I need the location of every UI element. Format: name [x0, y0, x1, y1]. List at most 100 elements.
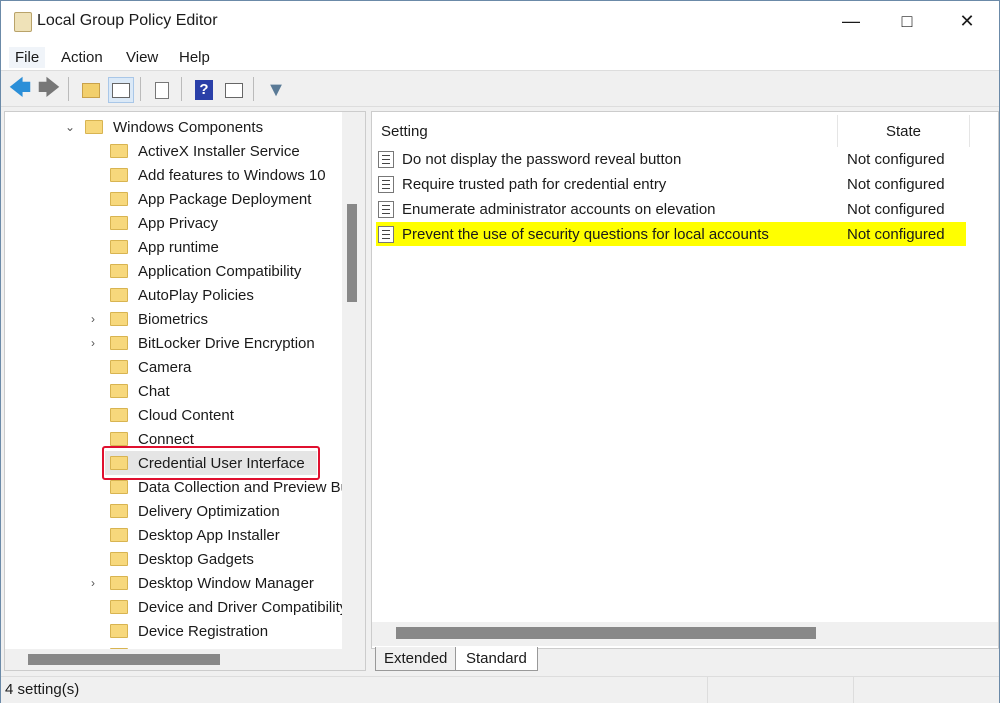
tree-item-label: AutoPlay Policies: [138, 286, 254, 304]
tab-extended[interactable]: Extended: [375, 647, 457, 671]
minimize-button[interactable]: —: [823, 1, 879, 41]
setting-name: Require trusted path for credential entr…: [402, 175, 667, 193]
chevron-right-icon[interactable]: ›: [91, 312, 95, 326]
show-hide-action-pane-icon[interactable]: [221, 77, 247, 103]
folder-icon: [110, 600, 128, 614]
folder-icon: [110, 480, 128, 494]
policy-setting-icon: [378, 150, 394, 168]
setting-row[interactable]: Enumerate administrator accounts on elev…: [376, 197, 966, 221]
horizontal-scrollbar[interactable]: [5, 649, 365, 670]
tree-item[interactable]: Desktop Gadgets: [5, 547, 345, 571]
title-bar: Local Group Policy Editor — □ ✕: [1, 1, 999, 43]
setting-name: Do not display the password reveal butto…: [402, 150, 682, 168]
tree-item[interactable]: Chat: [5, 379, 345, 403]
tree-item[interactable]: Device and Driver Compatibility: [5, 595, 348, 619]
toolbar: 🡄 🡆 ? ▼: [1, 72, 999, 107]
setting-row[interactable]: Do not display the password reveal butto…: [376, 147, 966, 171]
setting-name: Prevent the use of security questions fo…: [402, 225, 769, 243]
folder-icon: [110, 240, 128, 254]
selection-outline: [102, 446, 320, 480]
menu-action[interactable]: Action: [55, 47, 109, 68]
maximize-button[interactable]: □: [879, 1, 935, 41]
tree-item-label: Chat: [138, 382, 170, 400]
back-arrow-icon[interactable]: 🡄: [7, 75, 33, 103]
setting-row[interactable]: Prevent the use of security questions fo…: [376, 222, 966, 246]
tree-item-label: Windows Components: [113, 118, 264, 136]
tree-item[interactable]: Camera: [5, 355, 345, 379]
forward-arrow-icon[interactable]: 🡆: [36, 75, 62, 103]
tree-item-label: App Privacy: [138, 214, 219, 232]
folder-icon: [110, 576, 128, 590]
folder-icon: [110, 432, 128, 446]
tree-item-label: Device and Driver Compatibility: [138, 598, 348, 616]
tree-item[interactable]: ActiveX Installer Service: [5, 139, 345, 163]
tree-item[interactable]: App Privacy: [5, 211, 345, 235]
column-header-setting[interactable]: Setting: [372, 115, 838, 147]
folder-icon: [110, 552, 128, 566]
tree-item[interactable]: App runtime: [5, 235, 345, 259]
tree-item-label: Cloud Content: [138, 406, 234, 424]
tree-item[interactable]: Desktop App Installer: [5, 523, 345, 547]
folder-icon: [110, 288, 128, 302]
setting-state: Not configured: [847, 200, 945, 218]
setting-state: Not configured: [847, 175, 945, 193]
chevron-down-icon[interactable]: ⌄: [65, 120, 75, 134]
chevron-right-icon[interactable]: ›: [91, 576, 95, 590]
tree-item[interactable]: › BitLocker Drive Encryption: [5, 331, 345, 355]
folder-icon: [110, 384, 128, 398]
setting-name: Enumerate administrator accounts on elev…: [402, 200, 716, 218]
tree-item-label: Delivery Optimization: [138, 502, 280, 520]
tree-item-label: Data Collection and Preview Builds: [138, 478, 366, 496]
show-hide-tree-icon[interactable]: [108, 77, 134, 103]
view-tabs: Extended Standard: [371, 647, 999, 673]
tree-item-label: Add features to Windows 10: [138, 166, 326, 184]
help-icon[interactable]: ?: [191, 77, 217, 103]
tree-item[interactable]: Application Compatibility: [5, 259, 345, 283]
export-list-icon[interactable]: [149, 77, 175, 103]
tree-item[interactable]: Cloud Content: [5, 403, 345, 427]
setting-state: Not configured: [847, 150, 945, 168]
tree-item-label: Desktop App Installer: [138, 526, 280, 544]
folder-icon: [110, 312, 128, 326]
folder-icon: [110, 336, 128, 350]
tree-item-windows-components[interactable]: ⌄ Windows Components: [5, 115, 345, 139]
window-title: Local Group Policy Editor: [37, 12, 218, 29]
vertical-scrollbar[interactable]: [342, 112, 365, 652]
folder-icon: [110, 408, 128, 422]
tree-item[interactable]: Add features to Windows 10: [5, 163, 345, 187]
tree-pane: ⌄ Windows Components ActiveX Installer S…: [4, 111, 366, 671]
menu-view[interactable]: View: [120, 47, 164, 68]
up-folder-icon[interactable]: [78, 77, 104, 103]
column-header-state[interactable]: State: [838, 115, 970, 147]
horizontal-scrollbar[interactable]: [372, 622, 998, 646]
close-button[interactable]: ✕: [939, 1, 995, 41]
folder-icon: [110, 192, 128, 206]
folder-icon: [110, 360, 128, 374]
setting-row[interactable]: Require trusted path for credential entr…: [376, 172, 966, 196]
tab-standard[interactable]: Standard: [455, 647, 538, 671]
tree-item-label: Camera: [138, 358, 192, 376]
tree-item[interactable]: Delivery Optimization: [5, 499, 345, 523]
tree-item[interactable]: › Biometrics: [5, 307, 345, 331]
chevron-right-icon[interactable]: ›: [91, 336, 95, 350]
settings-list: Setting State Do not display the passwor…: [371, 111, 999, 649]
menu-bar: File Action View Help: [1, 43, 999, 71]
policy-scroll-icon: [14, 12, 32, 32]
folder-icon: [85, 120, 103, 134]
status-bar: 4 setting(s): [1, 676, 999, 703]
menu-file[interactable]: File: [9, 47, 46, 68]
setting-state: Not configured: [847, 225, 945, 243]
filter-icon[interactable]: ▼: [263, 77, 289, 103]
tree-item[interactable]: Device Registration: [5, 619, 345, 643]
tree-item[interactable]: App Package Deployment: [5, 187, 345, 211]
status-text: 4 setting(s): [5, 681, 80, 698]
folder-icon: [110, 504, 128, 518]
policy-setting-icon: [378, 200, 394, 218]
tree-item-label: BitLocker Drive Encryption: [138, 334, 315, 352]
tree-item[interactable]: › Desktop Window Manager: [5, 571, 345, 595]
tree-item[interactable]: AutoPlay Policies: [5, 283, 345, 307]
menu-help[interactable]: Help: [173, 47, 216, 68]
folder-icon: [110, 216, 128, 230]
policy-setting-icon: [378, 225, 394, 243]
tree-item-label: Desktop Window Manager: [138, 574, 314, 592]
